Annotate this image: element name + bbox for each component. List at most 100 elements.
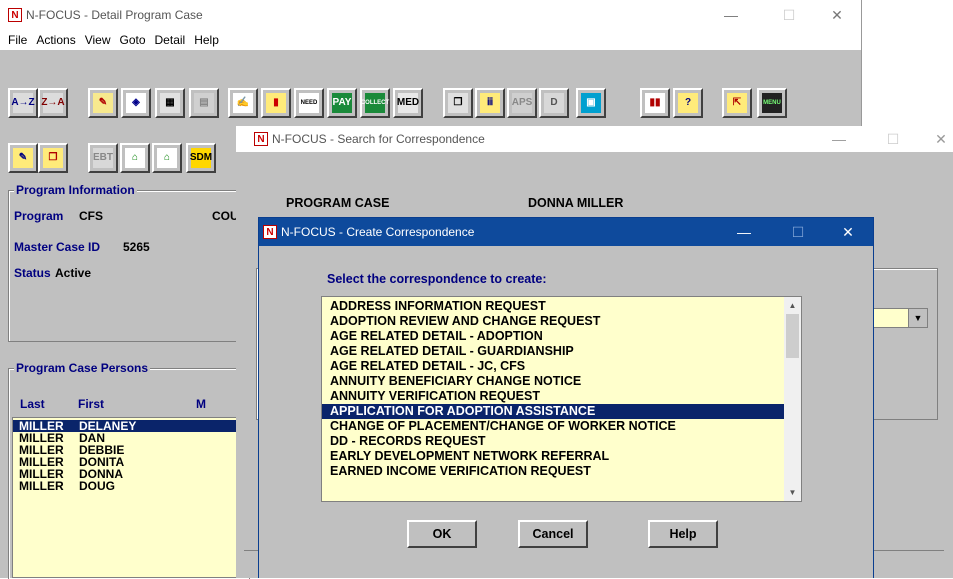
toolbar-button-exit-folder[interactable]: ⇱: [722, 88, 752, 118]
maximize-icon[interactable]: ☐: [766, 0, 812, 30]
exit-folder-icon: ⇱: [727, 93, 747, 113]
list-item[interactable]: EARNED INCOME VERIFICATION REQUEST: [322, 464, 784, 479]
scroll-up-icon[interactable]: ▲: [784, 297, 801, 314]
bookmark-icon: ▮: [266, 93, 286, 113]
toolbar-button-help-question[interactable]: ?: [673, 88, 703, 118]
maximize-icon[interactable]: ☐: [775, 218, 821, 246]
menu-file[interactable]: File: [8, 33, 27, 47]
program-case-persons-title: Program Case Persons: [14, 361, 151, 375]
toolbar-button-sdm[interactable]: SDM: [186, 143, 216, 173]
edit-pen-icon: ✎: [93, 93, 113, 113]
toolbar-button-copy[interactable]: ❐: [443, 88, 473, 118]
toolbar-button-med[interactable]: MED: [393, 88, 423, 118]
close-icon[interactable]: ✕: [825, 218, 871, 246]
toolbar-button-menu[interactable]: MENU: [757, 88, 787, 118]
program-case-persons-list[interactable]: MILLER DELANEY MILLER DAN MILLER DEBBIE MILLER…: [12, 417, 248, 578]
help-question-icon: ?: [678, 93, 698, 113]
menu-goto[interactable]: Goto: [120, 33, 146, 47]
toolbar-button-document-edit[interactable]: ✎: [8, 143, 38, 173]
program-value: CFS: [79, 209, 103, 223]
list-item[interactable]: ADDRESS INFORMATION REQUEST: [322, 299, 784, 314]
correspondence-list[interactable]: ADDRESS INFORMATION REQUEST ADOPTION REVI…: [321, 296, 802, 502]
program-label: Program: [14, 209, 64, 223]
app-logo-icon: N: [8, 8, 22, 22]
list-item[interactable]: ANNUITY BENEFICIARY CHANGE NOTICE: [322, 374, 784, 389]
disabled-list-icon: ▤: [194, 93, 214, 113]
toolbar-button-copy-pages[interactable]: ❐: [38, 143, 68, 173]
menu-icon: MENU: [762, 93, 782, 113]
toolbar-button-bookmark[interactable]: ▮: [261, 88, 291, 118]
table-row[interactable]: MILLER DOUG: [13, 480, 243, 492]
master-case-label: Master Case ID: [14, 240, 101, 254]
scroll-thumb[interactable]: [786, 314, 799, 358]
pay-icon: PAY: [332, 93, 352, 113]
toolbar-button-sort-descending[interactable]: Z→A: [38, 88, 68, 118]
toolbar-button-ebt-card[interactable]: EBT: [88, 143, 118, 173]
column-header-first[interactable]: First: [78, 397, 104, 411]
sdm-icon: SDM: [190, 148, 212, 168]
column-header-middle[interactable]: M: [196, 397, 206, 411]
main-title-bar[interactable]: N N-FOCUS - Detail Program Case — ☐ ✕: [0, 0, 861, 30]
needs-icon: NEED: [299, 93, 319, 113]
menu-view[interactable]: View: [85, 33, 111, 47]
list-item[interactable]: CHANGE OF PLACEMENT/CHANGE OF WORKER NOT…: [322, 419, 784, 434]
toolbar-button-sort-ascending[interactable]: A→Z: [8, 88, 38, 118]
toolbar-button-calculator[interactable]: ▦: [155, 88, 185, 118]
program-case-label: PROGRAM CASE: [286, 196, 390, 210]
notepad-icon: ✍: [233, 93, 253, 113]
master-case-value: 5265: [123, 240, 150, 254]
minimize-icon[interactable]: —: [708, 0, 754, 30]
list-item[interactable]: EARLY DEVELOPMENT NETWORK REFERRAL: [322, 449, 784, 464]
scrollbar[interactable]: ▲ ▼: [784, 297, 801, 501]
list-item[interactable]: AGE RELATED DETAIL - JC, CFS: [322, 359, 784, 374]
house-add-icon: ⌂: [125, 148, 145, 168]
minimize-icon[interactable]: —: [721, 218, 767, 246]
close-icon[interactable]: ✕: [814, 0, 860, 30]
correspondence-type-dropdown[interactable]: ▼: [866, 308, 928, 328]
scroll-down-icon[interactable]: ▼: [784, 484, 801, 501]
create-title-bar[interactable]: N N-FOCUS - Create Correspondence — ☐ ✕: [259, 218, 873, 246]
app-logo-icon: N: [254, 132, 268, 146]
status-label: Status: [14, 266, 51, 280]
search-title-bar[interactable]: N N-FOCUS - Search for Correspondence — …: [236, 126, 953, 152]
toolbar-button-people[interactable]: ⅲ: [475, 88, 505, 118]
cancel-button[interactable]: Cancel: [518, 520, 588, 548]
toolbar-button-pay[interactable]: PAY: [327, 88, 357, 118]
toolbar-button-aps[interactable]: APS: [507, 88, 537, 118]
create-correspondence-dialog: N N-FOCUS - Create Correspondence — ☐ ✕ …: [258, 217, 874, 578]
list-item[interactable]: AGE RELATED DETAIL - GUARDIANSHIP: [322, 344, 784, 359]
toolbar-button-needs[interactable]: NEED: [294, 88, 324, 118]
list-item[interactable]: APPLICATION FOR ADOPTION ASSISTANCE: [322, 404, 784, 419]
list-item[interactable]: AGE RELATED DETAIL - ADOPTION: [322, 329, 784, 344]
list-item[interactable]: ANNUITY VERIFICATION REQUEST: [322, 389, 784, 404]
menu-actions[interactable]: Actions: [36, 33, 75, 47]
create-dialog-title: N-FOCUS - Create Correspondence: [281, 225, 475, 239]
toolbar-button-eraser[interactable]: ◈: [121, 88, 151, 118]
toolbar-button-notepad[interactable]: ✍: [228, 88, 258, 118]
eraser-icon: ◈: [126, 93, 146, 113]
toolbar-button-collect[interactable]: COLLECT: [360, 88, 390, 118]
person-name: DONNA MILLER: [528, 196, 624, 210]
list-item[interactable]: DD - RECORDS REQUEST: [322, 434, 784, 449]
collect-icon: COLLECT: [361, 93, 389, 113]
toolbar-button-bar-chart[interactable]: ▮▮: [640, 88, 670, 118]
toolbar-button-d[interactable]: D: [539, 88, 569, 118]
maximize-icon[interactable]: ☐: [870, 126, 916, 152]
toolbar-button-house-add[interactable]: ⌂: [120, 143, 150, 173]
search-window-title: N-FOCUS - Search for Correspondence: [272, 132, 485, 146]
minimize-icon[interactable]: —: [816, 126, 862, 152]
column-header-last[interactable]: Last: [20, 397, 45, 411]
main-window-title: N-FOCUS - Detail Program Case: [26, 8, 203, 22]
menu-help[interactable]: Help: [194, 33, 219, 47]
close-icon[interactable]: ✕: [918, 126, 953, 152]
toolbar-button-panel[interactable]: ▣: [576, 88, 606, 118]
list-item[interactable]: ADOPTION REVIEW AND CHANGE REQUEST: [322, 314, 784, 329]
toolbar-button-disabled-list[interactable]: ▤: [189, 88, 219, 118]
chevron-down-icon[interactable]: ▼: [908, 309, 927, 327]
menu-detail[interactable]: Detail: [155, 33, 186, 47]
toolbar-button-house-family[interactable]: ⌂: [152, 143, 182, 173]
aps-icon: APS: [512, 93, 532, 113]
help-button[interactable]: Help: [648, 520, 718, 548]
ok-button[interactable]: OK: [407, 520, 477, 548]
toolbar-button-edit-pen[interactable]: ✎: [88, 88, 118, 118]
